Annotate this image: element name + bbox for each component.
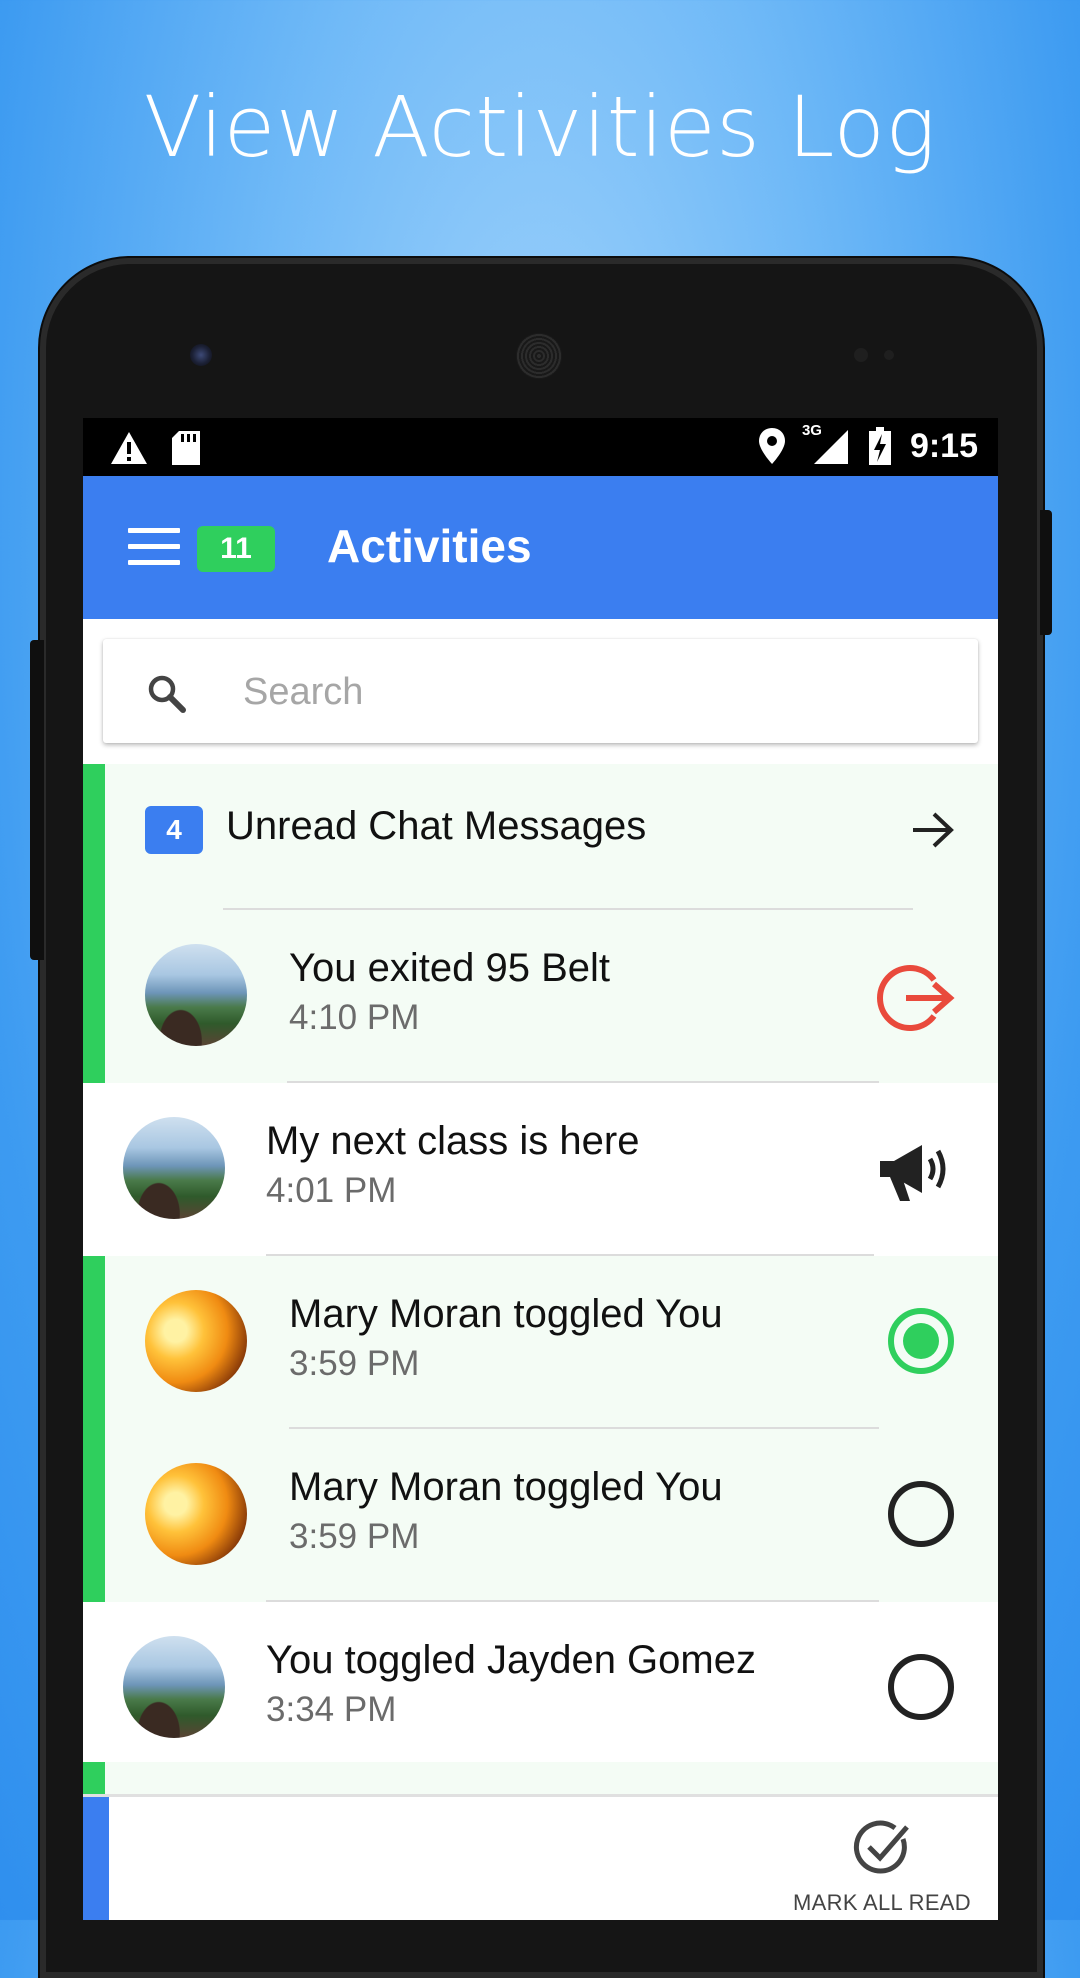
battery-charging-icon bbox=[868, 427, 891, 465]
unread-count-badge[interactable]: 11 bbox=[197, 526, 275, 572]
app-bar: 11 Activities bbox=[83, 476, 998, 619]
activity-row-partial bbox=[83, 1762, 998, 1794]
hamburger-menu-icon[interactable] bbox=[128, 528, 180, 566]
activity-title: My next class is here bbox=[266, 1119, 640, 1163]
activity-row[interactable]: Mary Moran toggled You 3:59 PM bbox=[83, 1256, 998, 1429]
bottom-accent-strip bbox=[83, 1797, 109, 1920]
mark-all-read-button[interactable]: MARK ALL READ bbox=[792, 1817, 972, 1916]
location-icon bbox=[758, 428, 785, 464]
status-bar: 3G 9:15 bbox=[83, 418, 998, 476]
sd-card-icon bbox=[172, 431, 200, 465]
avatar bbox=[145, 1290, 247, 1392]
phone-volume-button bbox=[30, 640, 44, 960]
bottom-action-bar: MARK ALL READ bbox=[83, 1794, 998, 1920]
chat-count-badge: 4 bbox=[145, 806, 203, 854]
mark-all-read-label: MARK ALL READ bbox=[793, 1890, 971, 1915]
check-circle-icon bbox=[853, 1820, 909, 1874]
megaphone-icon[interactable] bbox=[876, 1131, 956, 1211]
avatar bbox=[123, 1636, 225, 1738]
activity-title: Mary Moran toggled You bbox=[289, 1465, 723, 1509]
search-bar[interactable] bbox=[103, 639, 978, 743]
page-title: Activities bbox=[327, 520, 532, 572]
activity-time: 4:10 PM bbox=[289, 998, 420, 1037]
phone-power-button bbox=[1040, 510, 1052, 635]
cell-signal-icon: 3G bbox=[802, 422, 850, 466]
promo-headline: View Activities Log bbox=[143, 78, 937, 176]
activity-row[interactable]: My next class is here 4:01 PM bbox=[83, 1083, 998, 1256]
unread-chat-messages-row[interactable]: 4 Unread Chat Messages bbox=[83, 764, 998, 910]
activity-time: 4:01 PM bbox=[266, 1171, 397, 1210]
avatar bbox=[145, 944, 247, 1046]
activity-time: 3:59 PM bbox=[289, 1517, 420, 1556]
search-icon bbox=[148, 675, 186, 713]
search-input[interactable] bbox=[241, 663, 895, 721]
radio-checked-icon[interactable] bbox=[888, 1308, 954, 1374]
activity-title: You exited 95 Belt bbox=[289, 946, 610, 990]
activity-time: 3:34 PM bbox=[266, 1690, 397, 1729]
warning-icon bbox=[111, 432, 147, 464]
search-container bbox=[83, 619, 998, 764]
activity-time: 3:59 PM bbox=[289, 1344, 420, 1383]
phone-screen: 3G 9:15 11 Activities Search 4 Unread Ch… bbox=[83, 418, 998, 1920]
activity-row[interactable]: You toggled Jayden Gomez 3:34 PM bbox=[83, 1602, 998, 1775]
exit-icon[interactable] bbox=[876, 958, 956, 1038]
avatar bbox=[123, 1117, 225, 1219]
avatar bbox=[145, 1463, 247, 1565]
light-sensor bbox=[884, 350, 894, 360]
arrow-right-icon[interactable] bbox=[910, 810, 956, 850]
chat-summary-label: Unread Chat Messages bbox=[226, 804, 647, 848]
radio-unchecked-icon[interactable] bbox=[888, 1654, 954, 1720]
earpiece-speaker bbox=[516, 333, 562, 379]
status-time: 9:15 bbox=[909, 426, 978, 465]
proximity-sensor bbox=[854, 348, 868, 362]
activity-row[interactable]: You exited 95 Belt 4:10 PM bbox=[83, 910, 998, 1083]
activity-row[interactable]: Mary Moran toggled You 3:59 PM bbox=[83, 1429, 998, 1602]
front-camera bbox=[190, 344, 212, 366]
activity-title: Mary Moran toggled You bbox=[289, 1292, 723, 1336]
activity-list: 4 Unread Chat Messages You exited 95 Bel… bbox=[83, 764, 998, 1775]
activity-title: You toggled Jayden Gomez bbox=[266, 1638, 756, 1682]
radio-unchecked-icon[interactable] bbox=[888, 1481, 954, 1547]
